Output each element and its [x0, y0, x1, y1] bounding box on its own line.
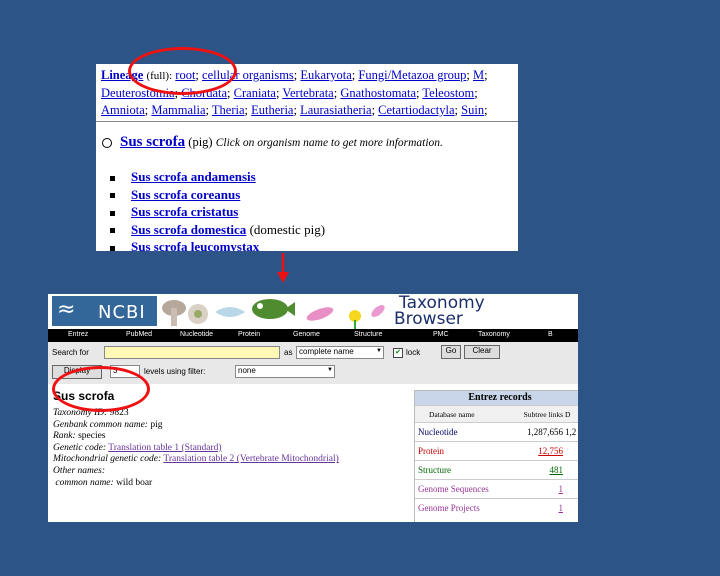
genetic-code-label: Genetic code: — [53, 442, 107, 453]
highlight-ellipse-species — [52, 366, 150, 412]
lock-label: lock — [406, 348, 421, 357]
taxonomy-info: Taxonomy ID: 9823 Genbank common name: p… — [53, 408, 339, 489]
entrez-row: Genome Projects 1 — [415, 498, 578, 516]
levels-label: levels using filter: — [144, 367, 206, 376]
entrez-row: Structure 481 — [415, 460, 578, 478]
nav-item-taxonomy[interactable]: Taxonomy — [478, 331, 510, 338]
col-direct-links: D — [565, 410, 571, 419]
dna-helix-icon: ≈ — [57, 297, 76, 322]
nav-item-protein[interactable]: Protein — [238, 331, 260, 338]
match-type-select[interactable]: complete name ▼ — [296, 346, 384, 359]
col-subtree-links: Subtree links — [523, 410, 563, 419]
down-arrow-icon — [277, 253, 289, 283]
genetic-code-link[interactable]: Translation table 1 (Standard) — [108, 443, 221, 453]
genbank-label: Genbank common name: — [53, 419, 148, 430]
entrez-subtree-count[interactable]: 1 — [508, 503, 564, 513]
filter-select[interactable]: none ▼ — [235, 365, 335, 378]
clear-button[interactable]: Clear — [464, 345, 500, 359]
common-name-value: wild boar — [116, 477, 153, 488]
entrez-subtree-count[interactable]: 1 — [508, 484, 564, 494]
entrez-db-name: Protein — [418, 446, 444, 456]
col-database-name: Database name — [429, 410, 475, 419]
nav-item-entrez[interactable]: Entrez — [68, 331, 88, 338]
entrez-row: Genome Sequences 1 — [415, 479, 578, 497]
taxonomy-browser-title: Taxonomy Browser — [394, 294, 485, 329]
organisms-banner-image — [162, 299, 385, 329]
ncbi-logo[interactable]: ≈ NCBI — [52, 296, 157, 326]
mito-code-label: Mitochondrial genetic code: — [53, 454, 162, 465]
chevron-down-icon: ▼ — [376, 348, 382, 354]
entrez-db-name: Genome Projects — [418, 503, 480, 513]
entrez-records-title: Entrez records — [415, 391, 578, 405]
entrez-db-name: Nucleotide — [418, 427, 458, 437]
chevron-down-icon: ▼ — [327, 367, 333, 373]
nav-item-genome[interactable]: Genome — [293, 331, 320, 338]
filter-value: none — [238, 366, 256, 375]
entrez-subtree-count[interactable]: 12,756 — [508, 446, 563, 456]
search-input[interactable] — [104, 346, 280, 359]
ncbi-navbar: Entrez PubMed Nucleotide Protein Genome Struc… — [48, 329, 578, 342]
genbank-name: pig — [150, 419, 163, 430]
nav-item-nucleotide[interactable]: Nucleotide — [180, 331, 213, 338]
nav-item-structure[interactable]: Structure — [354, 331, 382, 338]
entrez-header-row: Database name Subtree links D — [415, 405, 578, 423]
mito-code-link[interactable]: Translation table 2 (Vertebrate Mitochon… — [163, 454, 338, 464]
match-type-value: complete name — [299, 347, 354, 356]
rank-label: Rank: — [53, 431, 76, 442]
entrez-db-name: Structure — [418, 465, 451, 475]
entrez-subtree-count[interactable]: 1,287,656 — [508, 427, 563, 437]
other-names-label: Other names: — [53, 465, 105, 476]
common-name-label: common name: — [55, 477, 114, 488]
entrez-subtree-count[interactable]: 481 — [508, 465, 564, 475]
entrez-records-table: Entrez records Database name Subtree lin… — [414, 390, 578, 522]
ncbi-header: ≈ NCBI Taxonomy Browser — [48, 294, 578, 329]
nav-item-b[interactable]: B — [548, 331, 553, 338]
ncbi-logo-text: NCBI — [98, 302, 146, 323]
entrez-db-name: Genome Sequences — [418, 484, 489, 494]
go-button[interactable]: Go — [441, 345, 461, 359]
nav-item-pubmed[interactable]: PubMed — [126, 331, 152, 338]
rank-value: species — [78, 431, 106, 442]
as-label: as — [284, 348, 293, 357]
entrez-direct-count[interactable]: 1,2 — [565, 427, 576, 437]
entrez-row: Nucleotide 1,287,656 1,2 — [415, 422, 578, 440]
entrez-row: Protein 12,756 — [415, 441, 578, 459]
nav-item-pmc[interactable]: PMC — [433, 331, 449, 338]
search-label: Search for — [52, 348, 89, 357]
lock-checkbox[interactable]: ✔ — [393, 348, 403, 358]
